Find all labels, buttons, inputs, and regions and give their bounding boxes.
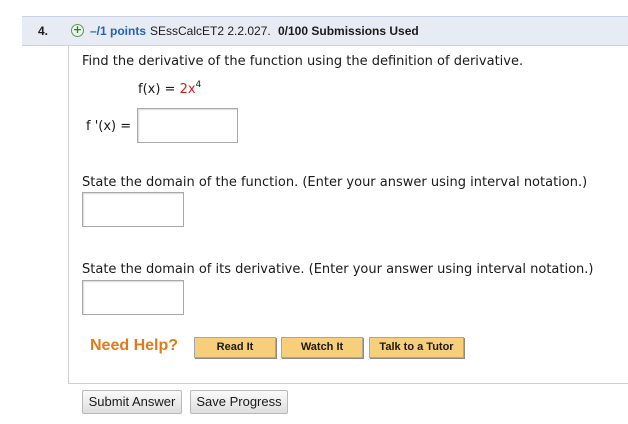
submit-answer-button[interactable]: Submit Answer	[82, 390, 182, 414]
function-lhs: f(x) =	[138, 82, 180, 97]
function-exponent: 4	[195, 80, 202, 90]
read-it-button[interactable]: Read It	[194, 337, 276, 358]
domain-function-input[interactable]	[82, 192, 184, 227]
need-help-title: Need Help?	[90, 337, 179, 354]
submissions-used: 0/100 Submissions Used	[278, 24, 419, 38]
instruction-domain-derivative: State the domain of its derivative. (Ent…	[82, 262, 594, 277]
derivative-answer-input[interactable]	[137, 108, 238, 143]
domain-derivative-input[interactable]	[82, 280, 184, 315]
function-definition: f(x) = 2x4	[138, 80, 201, 97]
plus-circle-icon[interactable]: +	[71, 24, 84, 37]
watch-it-button[interactable]: Watch It	[281, 337, 363, 358]
function-coefficient: 2x	[179, 82, 196, 97]
assignment-code: SEssCalcET2 2.2.027.	[150, 24, 271, 38]
points-label: –/1 points	[90, 24, 147, 38]
derivative-label: f '(x) =	[86, 119, 132, 134]
instruction-domain-function: State the domain of the function. (Enter…	[82, 175, 588, 190]
instruction-derivative: Find the derivative of the function usin…	[82, 54, 524, 69]
save-progress-button[interactable]: Save Progress	[190, 390, 288, 414]
question-number: 4.	[38, 24, 49, 38]
talk-to-tutor-button[interactable]: Talk to a Tutor	[369, 337, 464, 358]
